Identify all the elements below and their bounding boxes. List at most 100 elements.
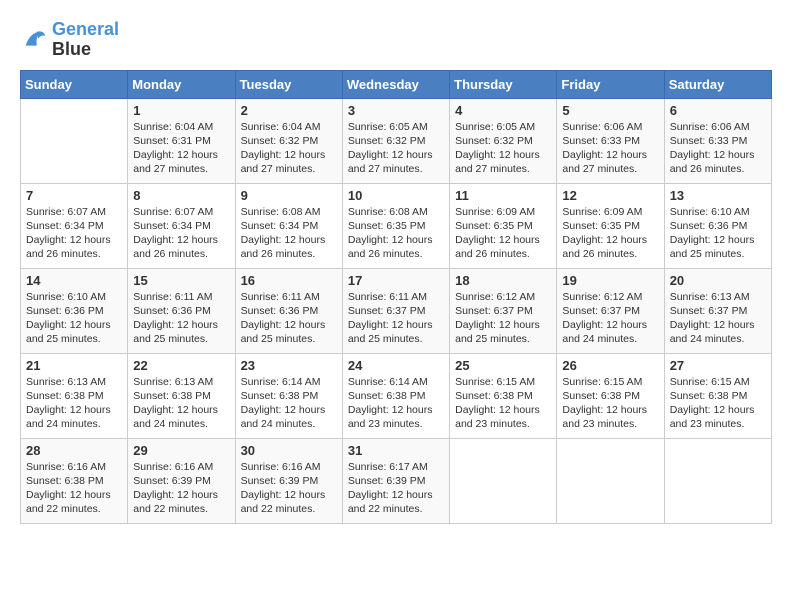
day-info: Sunrise: 6:13 AM Sunset: 6:37 PM Dayligh… <box>670 290 766 347</box>
day-cell: 1 Sunrise: 6:04 AM Sunset: 6:31 PM Daylig… <box>128 98 235 183</box>
day-cell: 2 Sunrise: 6:04 AM Sunset: 6:32 PM Daylig… <box>235 98 342 183</box>
day-info: Sunrise: 6:07 AM Sunset: 6:34 PM Dayligh… <box>26 205 122 262</box>
day-number: 29 <box>133 443 229 458</box>
week-row-3: 14 Sunrise: 6:10 AM Sunset: 6:36 PM Dayli… <box>21 268 772 353</box>
day-cell: 12 Sunrise: 6:09 AM Sunset: 6:35 PM Dayli… <box>557 183 664 268</box>
day-cell: 15 Sunrise: 6:11 AM Sunset: 6:36 PM Dayli… <box>128 268 235 353</box>
day-cell <box>557 438 664 523</box>
day-info: Sunrise: 6:10 AM Sunset: 6:36 PM Dayligh… <box>26 290 122 347</box>
day-info: Sunrise: 6:11 AM Sunset: 6:37 PM Dayligh… <box>348 290 444 347</box>
day-cell: 23 Sunrise: 6:14 AM Sunset: 6:38 PM Dayli… <box>235 353 342 438</box>
day-info: Sunrise: 6:15 AM Sunset: 6:38 PM Dayligh… <box>670 375 766 432</box>
day-info: Sunrise: 6:15 AM Sunset: 6:38 PM Dayligh… <box>455 375 551 432</box>
day-info: Sunrise: 6:13 AM Sunset: 6:38 PM Dayligh… <box>26 375 122 432</box>
day-cell: 27 Sunrise: 6:15 AM Sunset: 6:38 PM Dayli… <box>664 353 771 438</box>
day-cell: 29 Sunrise: 6:16 AM Sunset: 6:39 PM Dayli… <box>128 438 235 523</box>
week-row-2: 7Sunrise: 6:07 AM Sunset: 6:34 PM Daylig… <box>21 183 772 268</box>
week-row-1: 1 Sunrise: 6:04 AM Sunset: 6:31 PM Daylig… <box>21 98 772 183</box>
day-info: Sunrise: 6:08 AM Sunset: 6:35 PM Dayligh… <box>348 205 444 262</box>
day-number: 14 <box>26 273 122 288</box>
day-number: 27 <box>670 358 766 373</box>
day-number: 31 <box>348 443 444 458</box>
logo-bird-icon <box>20 26 48 54</box>
day-info: Sunrise: 6:05 AM Sunset: 6:32 PM Dayligh… <box>348 120 444 177</box>
day-number: 26 <box>562 358 658 373</box>
day-info: Sunrise: 6:11 AM Sunset: 6:36 PM Dayligh… <box>133 290 229 347</box>
day-header-saturday: Saturday <box>664 70 771 98</box>
day-cell: 8Sunrise: 6:07 AM Sunset: 6:34 PM Daylig… <box>128 183 235 268</box>
day-header-thursday: Thursday <box>450 70 557 98</box>
day-header-wednesday: Wednesday <box>342 70 449 98</box>
day-number: 24 <box>348 358 444 373</box>
day-cell: 4 Sunrise: 6:05 AM Sunset: 6:32 PM Daylig… <box>450 98 557 183</box>
day-number: 21 <box>26 358 122 373</box>
day-cell: 26 Sunrise: 6:15 AM Sunset: 6:38 PM Dayli… <box>557 353 664 438</box>
day-info: Sunrise: 6:14 AM Sunset: 6:38 PM Dayligh… <box>241 375 337 432</box>
day-cell: 18Sunrise: 6:12 AM Sunset: 6:37 PM Dayli… <box>450 268 557 353</box>
day-cell: 16 Sunrise: 6:11 AM Sunset: 6:36 PM Dayli… <box>235 268 342 353</box>
day-header-tuesday: Tuesday <box>235 70 342 98</box>
day-number: 10 <box>348 188 444 203</box>
day-number: 6 <box>670 103 766 118</box>
day-number: 4 <box>455 103 551 118</box>
day-info: Sunrise: 6:11 AM Sunset: 6:36 PM Dayligh… <box>241 290 337 347</box>
day-info: Sunrise: 6:04 AM Sunset: 6:32 PM Dayligh… <box>241 120 337 177</box>
day-number: 22 <box>133 358 229 373</box>
day-cell: 13 Sunrise: 6:10 AM Sunset: 6:36 PM Dayli… <box>664 183 771 268</box>
day-number: 16 <box>241 273 337 288</box>
day-info: Sunrise: 6:07 AM Sunset: 6:34 PM Dayligh… <box>133 205 229 262</box>
day-cell: 7Sunrise: 6:07 AM Sunset: 6:34 PM Daylig… <box>21 183 128 268</box>
day-number: 11 <box>455 188 551 203</box>
day-number: 9 <box>241 188 337 203</box>
day-info: Sunrise: 6:17 AM Sunset: 6:39 PM Dayligh… <box>348 460 444 517</box>
day-cell: 20 Sunrise: 6:13 AM Sunset: 6:37 PM Dayli… <box>664 268 771 353</box>
day-header-monday: Monday <box>128 70 235 98</box>
day-number: 13 <box>670 188 766 203</box>
day-number: 1 <box>133 103 229 118</box>
day-info: Sunrise: 6:14 AM Sunset: 6:38 PM Dayligh… <box>348 375 444 432</box>
day-cell: 28 Sunrise: 6:16 AM Sunset: 6:38 PM Dayli… <box>21 438 128 523</box>
day-cell: 30 Sunrise: 6:16 AM Sunset: 6:39 PM Dayli… <box>235 438 342 523</box>
day-info: Sunrise: 6:06 AM Sunset: 6:33 PM Dayligh… <box>562 120 658 177</box>
day-cell <box>21 98 128 183</box>
day-info: Sunrise: 6:06 AM Sunset: 6:33 PM Dayligh… <box>670 120 766 177</box>
day-cell: 22 Sunrise: 6:13 AM Sunset: 6:38 PM Dayli… <box>128 353 235 438</box>
day-info: Sunrise: 6:15 AM Sunset: 6:38 PM Dayligh… <box>562 375 658 432</box>
day-info: Sunrise: 6:05 AM Sunset: 6:32 PM Dayligh… <box>455 120 551 177</box>
day-cell: 31 Sunrise: 6:17 AM Sunset: 6:39 PM Dayli… <box>342 438 449 523</box>
day-number: 30 <box>241 443 337 458</box>
day-number: 20 <box>670 273 766 288</box>
logo-text: GeneralBlue <box>52 20 119 60</box>
days-header-row: SundayMondayTuesdayWednesdayThursdayFrid… <box>21 70 772 98</box>
day-cell: 9 Sunrise: 6:08 AM Sunset: 6:34 PM Daylig… <box>235 183 342 268</box>
day-info: Sunrise: 6:09 AM Sunset: 6:35 PM Dayligh… <box>455 205 551 262</box>
day-cell: 3 Sunrise: 6:05 AM Sunset: 6:32 PM Daylig… <box>342 98 449 183</box>
logo: GeneralBlue <box>20 20 119 60</box>
day-info: Sunrise: 6:13 AM Sunset: 6:38 PM Dayligh… <box>133 375 229 432</box>
day-number: 12 <box>562 188 658 203</box>
day-number: 23 <box>241 358 337 373</box>
week-row-4: 21 Sunrise: 6:13 AM Sunset: 6:38 PM Dayli… <box>21 353 772 438</box>
day-cell: 25Sunrise: 6:15 AM Sunset: 6:38 PM Dayli… <box>450 353 557 438</box>
day-info: Sunrise: 6:10 AM Sunset: 6:36 PM Dayligh… <box>670 205 766 262</box>
day-info: Sunrise: 6:08 AM Sunset: 6:34 PM Dayligh… <box>241 205 337 262</box>
page-header: GeneralBlue <box>20 20 772 60</box>
day-number: 5 <box>562 103 658 118</box>
day-info: Sunrise: 6:12 AM Sunset: 6:37 PM Dayligh… <box>562 290 658 347</box>
day-cell: 14 Sunrise: 6:10 AM Sunset: 6:36 PM Dayli… <box>21 268 128 353</box>
day-cell <box>450 438 557 523</box>
day-number: 28 <box>26 443 122 458</box>
day-cell: 11 Sunrise: 6:09 AM Sunset: 6:35 PM Dayli… <box>450 183 557 268</box>
day-number: 3 <box>348 103 444 118</box>
day-cell <box>664 438 771 523</box>
day-cell: 24 Sunrise: 6:14 AM Sunset: 6:38 PM Dayli… <box>342 353 449 438</box>
day-header-sunday: Sunday <box>21 70 128 98</box>
day-number: 15 <box>133 273 229 288</box>
day-info: Sunrise: 6:09 AM Sunset: 6:35 PM Dayligh… <box>562 205 658 262</box>
day-info: Sunrise: 6:16 AM Sunset: 6:39 PM Dayligh… <box>241 460 337 517</box>
day-number: 2 <box>241 103 337 118</box>
day-cell: 21 Sunrise: 6:13 AM Sunset: 6:38 PM Dayli… <box>21 353 128 438</box>
day-info: Sunrise: 6:16 AM Sunset: 6:39 PM Dayligh… <box>133 460 229 517</box>
day-info: Sunrise: 6:16 AM Sunset: 6:38 PM Dayligh… <box>26 460 122 517</box>
day-info: Sunrise: 6:04 AM Sunset: 6:31 PM Dayligh… <box>133 120 229 177</box>
